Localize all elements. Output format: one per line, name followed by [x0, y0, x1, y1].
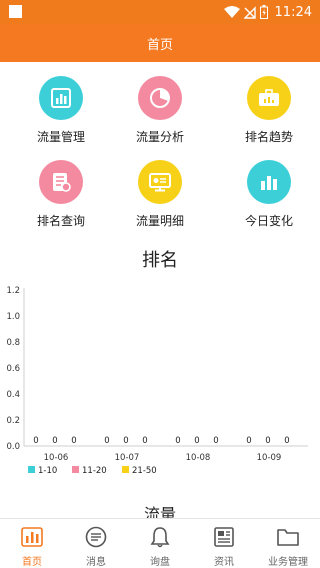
bar-data-label: 0 [104, 436, 109, 446]
menu-item-traffic-management[interactable]: 流量管理 [16, 76, 106, 156]
tab-label: 首页 [22, 557, 42, 568]
menu-label: 排名查询 [36, 214, 85, 228]
folder-icon [277, 529, 299, 546]
tab-inquiry[interactable]: 询盘 [128, 519, 192, 568]
bar-data-label: 0 [194, 436, 199, 446]
menu-icon-circle [138, 160, 182, 204]
legend-swatch [72, 466, 79, 473]
menu-icon-circle [247, 160, 291, 204]
bar-data-label: 0 [71, 436, 76, 446]
menu-label: 流量管理 [36, 130, 85, 144]
y-tick-label: 0.2 [6, 416, 20, 426]
x-tick-label: 10-09 [257, 453, 282, 463]
menu-label: 排名趋势 [244, 130, 293, 144]
menu-label: 流量明细 [135, 214, 184, 228]
pie-chart-icon [150, 88, 170, 108]
tab-news[interactable]: 资讯 [192, 519, 256, 568]
tab-label: 业务管理 [268, 557, 308, 568]
bar-data-label: 0 [284, 436, 289, 446]
ranking-chart: 0.00.20.40.60.81.01.20 0 010-060 0 010-070 0 0… [6, 286, 308, 476]
menu-icon-circle [39, 76, 83, 120]
legend-label: 11-20 [82, 466, 107, 476]
message-icon [85, 526, 107, 548]
x-tick-label: 10-07 [115, 453, 140, 463]
status-time: 11:24 [274, 4, 312, 20]
app-header: 首页 [0, 24, 320, 62]
menu-label: 流量分析 [135, 130, 184, 144]
y-tick-label: 0.6 [6, 364, 20, 374]
y-tick-label: 0.0 [6, 442, 20, 452]
home-chart-icon [21, 527, 43, 547]
legend-swatch [28, 466, 35, 473]
legend-label: 21-50 [132, 466, 157, 476]
no-signal-icon [243, 5, 256, 19]
monitor-detail-icon [149, 173, 171, 192]
bar-data-label: 0 [123, 436, 128, 446]
legend-swatch [122, 466, 129, 473]
news-icon [214, 527, 234, 547]
page-title: 首页 [146, 38, 173, 53]
legend-label: 1-10 [38, 466, 57, 476]
menu-icon-circle [138, 76, 182, 120]
x-tick-label: 10-08 [186, 453, 211, 463]
menu-icon-circle [39, 160, 83, 204]
bar-data-label: 0 [52, 436, 57, 446]
tab-home[interactable]: 首页 [0, 519, 64, 568]
bar-data-label: 0 [213, 436, 218, 446]
tab-label: 询盘 [150, 557, 170, 568]
notification-icon [9, 5, 22, 18]
briefcase-trend-icon [259, 89, 279, 106]
menu-item-traffic-analysis[interactable]: 流量分析 [115, 76, 205, 156]
status-icons: 11:24 [223, 3, 312, 21]
document-query-icon [53, 173, 71, 192]
status-bar: 11:24 [0, 0, 320, 24]
bar-data-label: 0 [246, 436, 251, 446]
y-tick-label: 0.8 [6, 338, 20, 348]
y-tick-label: 1.2 [6, 286, 20, 296]
bar-data-label: 0 [33, 436, 38, 446]
bar-chart-icon [261, 176, 277, 190]
y-tick-label: 1.0 [6, 312, 20, 322]
bar-data-label: 0 [265, 436, 270, 446]
bar-chart-icon [51, 88, 71, 108]
menu-icon-circle [247, 76, 291, 120]
menu-item-today-change[interactable]: 今日变化 [224, 160, 314, 240]
bell-icon [150, 527, 170, 548]
tab-messages[interactable]: 消息 [64, 519, 128, 568]
bar-data-label: 0 [175, 436, 180, 446]
menu-label: 今日变化 [244, 214, 293, 228]
tab-label: 消息 [86, 557, 106, 568]
y-tick-label: 0.4 [6, 390, 20, 400]
menu-item-ranking-trend[interactable]: 排名趋势 [224, 76, 314, 156]
menu-item-ranking-query[interactable]: 排名查询 [16, 160, 106, 240]
bottom-tab-bar: 首页 消息 询盘 资讯 业务管理 [0, 518, 320, 568]
ranking-section-title: 排名 [142, 250, 178, 271]
tab-business-management[interactable]: 业务管理 [256, 519, 320, 568]
wifi-icon [223, 6, 240, 18]
tab-label: 资讯 [214, 557, 234, 568]
menu-item-traffic-detail[interactable]: 流量明细 [115, 160, 205, 240]
bar-data-label: 0 [142, 436, 147, 446]
battery-icon [259, 5, 268, 19]
x-tick-label: 10-06 [44, 453, 69, 463]
